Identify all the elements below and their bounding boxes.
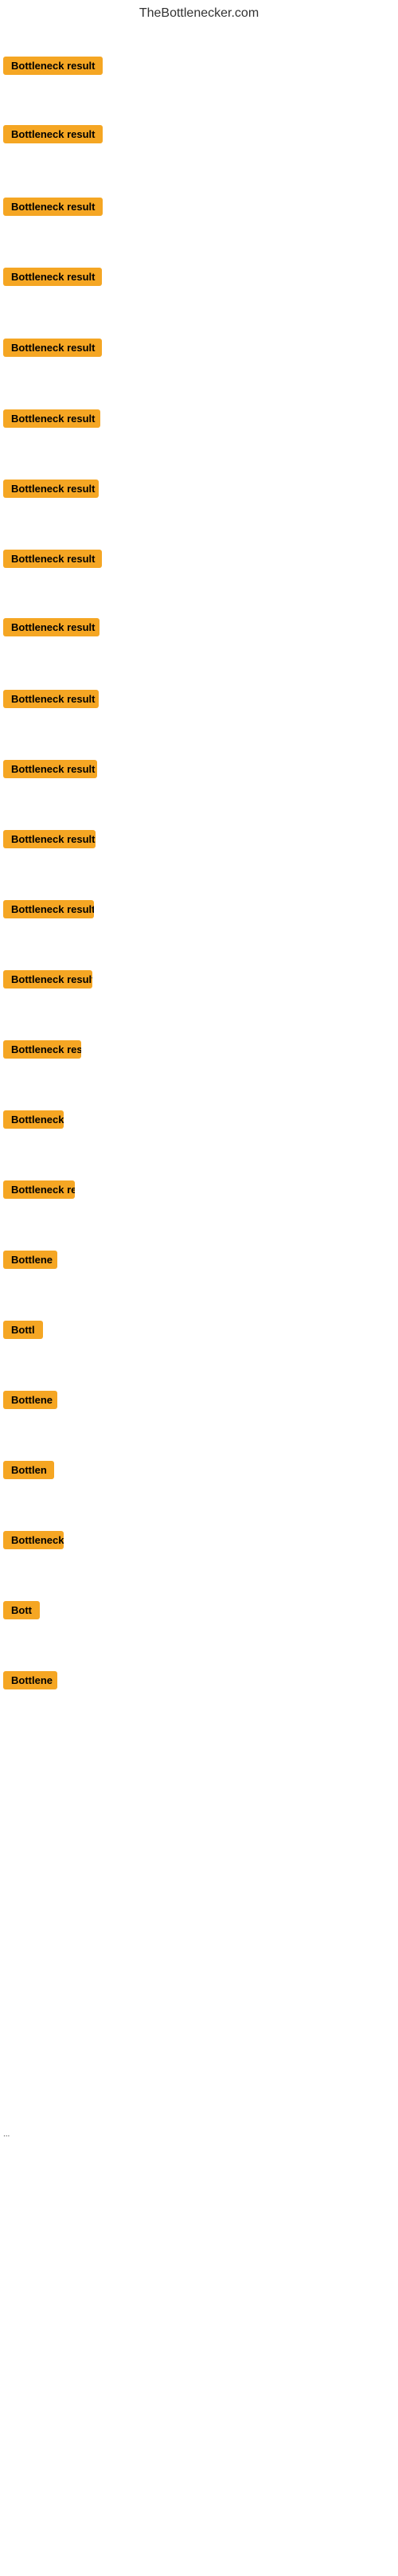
bottleneck-item: Bottleneck result (3, 970, 92, 992)
bottleneck-item: Bottlene (3, 1251, 57, 1273)
items-container: Bottleneck result Bottleneck result Bottle… (0, 27, 398, 2576)
ellipsis: ... (3, 2130, 10, 2139)
bottleneck-badge: Bottleneck result (3, 409, 100, 428)
bottleneck-item: Bott (3, 1601, 40, 1623)
bottleneck-item: Bottleneck result (3, 409, 100, 432)
bottleneck-badge: Bottleneck res (3, 1040, 81, 1059)
bottleneck-badge: Bottlene (3, 1671, 57, 1689)
bottleneck-item: Bottleneck result (3, 480, 99, 502)
bottleneck-badge: Bottleneck result (3, 268, 102, 286)
bottleneck-badge: Bottlene (3, 1251, 57, 1269)
bottleneck-item: Bottlen (3, 1461, 54, 1483)
bottleneck-item: Bottleneck (3, 1110, 64, 1133)
bottleneck-badge: Bottleneck result (3, 900, 94, 918)
bottleneck-item: Bottleneck result (3, 57, 103, 79)
bottleneck-badge: Bottleneck result (3, 125, 103, 143)
bottleneck-badge: Bottlen (3, 1461, 54, 1479)
bottleneck-badge: Bottleneck result (3, 830, 96, 848)
bottleneck-item: Bottl (3, 1321, 43, 1343)
bottleneck-badge: Bottleneck result (3, 760, 97, 778)
bottleneck-badge: Bottleneck result (3, 198, 103, 216)
bottleneck-badge: Bottleneck (3, 1110, 64, 1129)
bottleneck-item: Bottleneck result (3, 550, 102, 572)
bottleneck-item: Bottleneck (3, 1531, 64, 1553)
bottleneck-badge: Bottleneck result (3, 550, 102, 568)
bottleneck-item: Bottleneck result (3, 339, 102, 361)
bottleneck-item: Bottlene (3, 1391, 57, 1413)
bottleneck-badge: Bottleneck result (3, 480, 99, 498)
bottleneck-item: Bottleneck result (3, 690, 99, 712)
bottleneck-badge: Bott (3, 1601, 40, 1619)
bottleneck-badge: Bottleneck result (3, 339, 102, 357)
bottleneck-item: Bottleneck result (3, 618, 100, 640)
bottleneck-badge: Bottleneck result (3, 618, 100, 636)
bottleneck-badge: Bottleneck re (3, 1180, 75, 1199)
bottleneck-badge: Bottleneck result (3, 970, 92, 989)
bottleneck-badge: Bottlene (3, 1391, 57, 1409)
bottleneck-item: Bottleneck result (3, 268, 102, 290)
bottleneck-item: Bottleneck re (3, 1180, 75, 1203)
bottleneck-badge: Bottl (3, 1321, 43, 1339)
bottleneck-item: Bottlene (3, 1671, 57, 1693)
site-title: TheBottlenecker.com (0, 0, 398, 27)
bottleneck-badge: Bottleneck (3, 1531, 64, 1549)
bottleneck-item: Bottleneck result (3, 830, 96, 852)
bottleneck-item: Bottleneck res (3, 1040, 81, 1063)
bottleneck-item: Bottleneck result (3, 760, 97, 782)
bottleneck-item: Bottleneck result (3, 198, 103, 220)
bottleneck-badge: Bottleneck result (3, 57, 103, 75)
bottleneck-badge: Bottleneck result (3, 690, 99, 708)
bottleneck-item: Bottleneck result (3, 125, 103, 147)
bottleneck-item: Bottleneck result (3, 900, 94, 922)
